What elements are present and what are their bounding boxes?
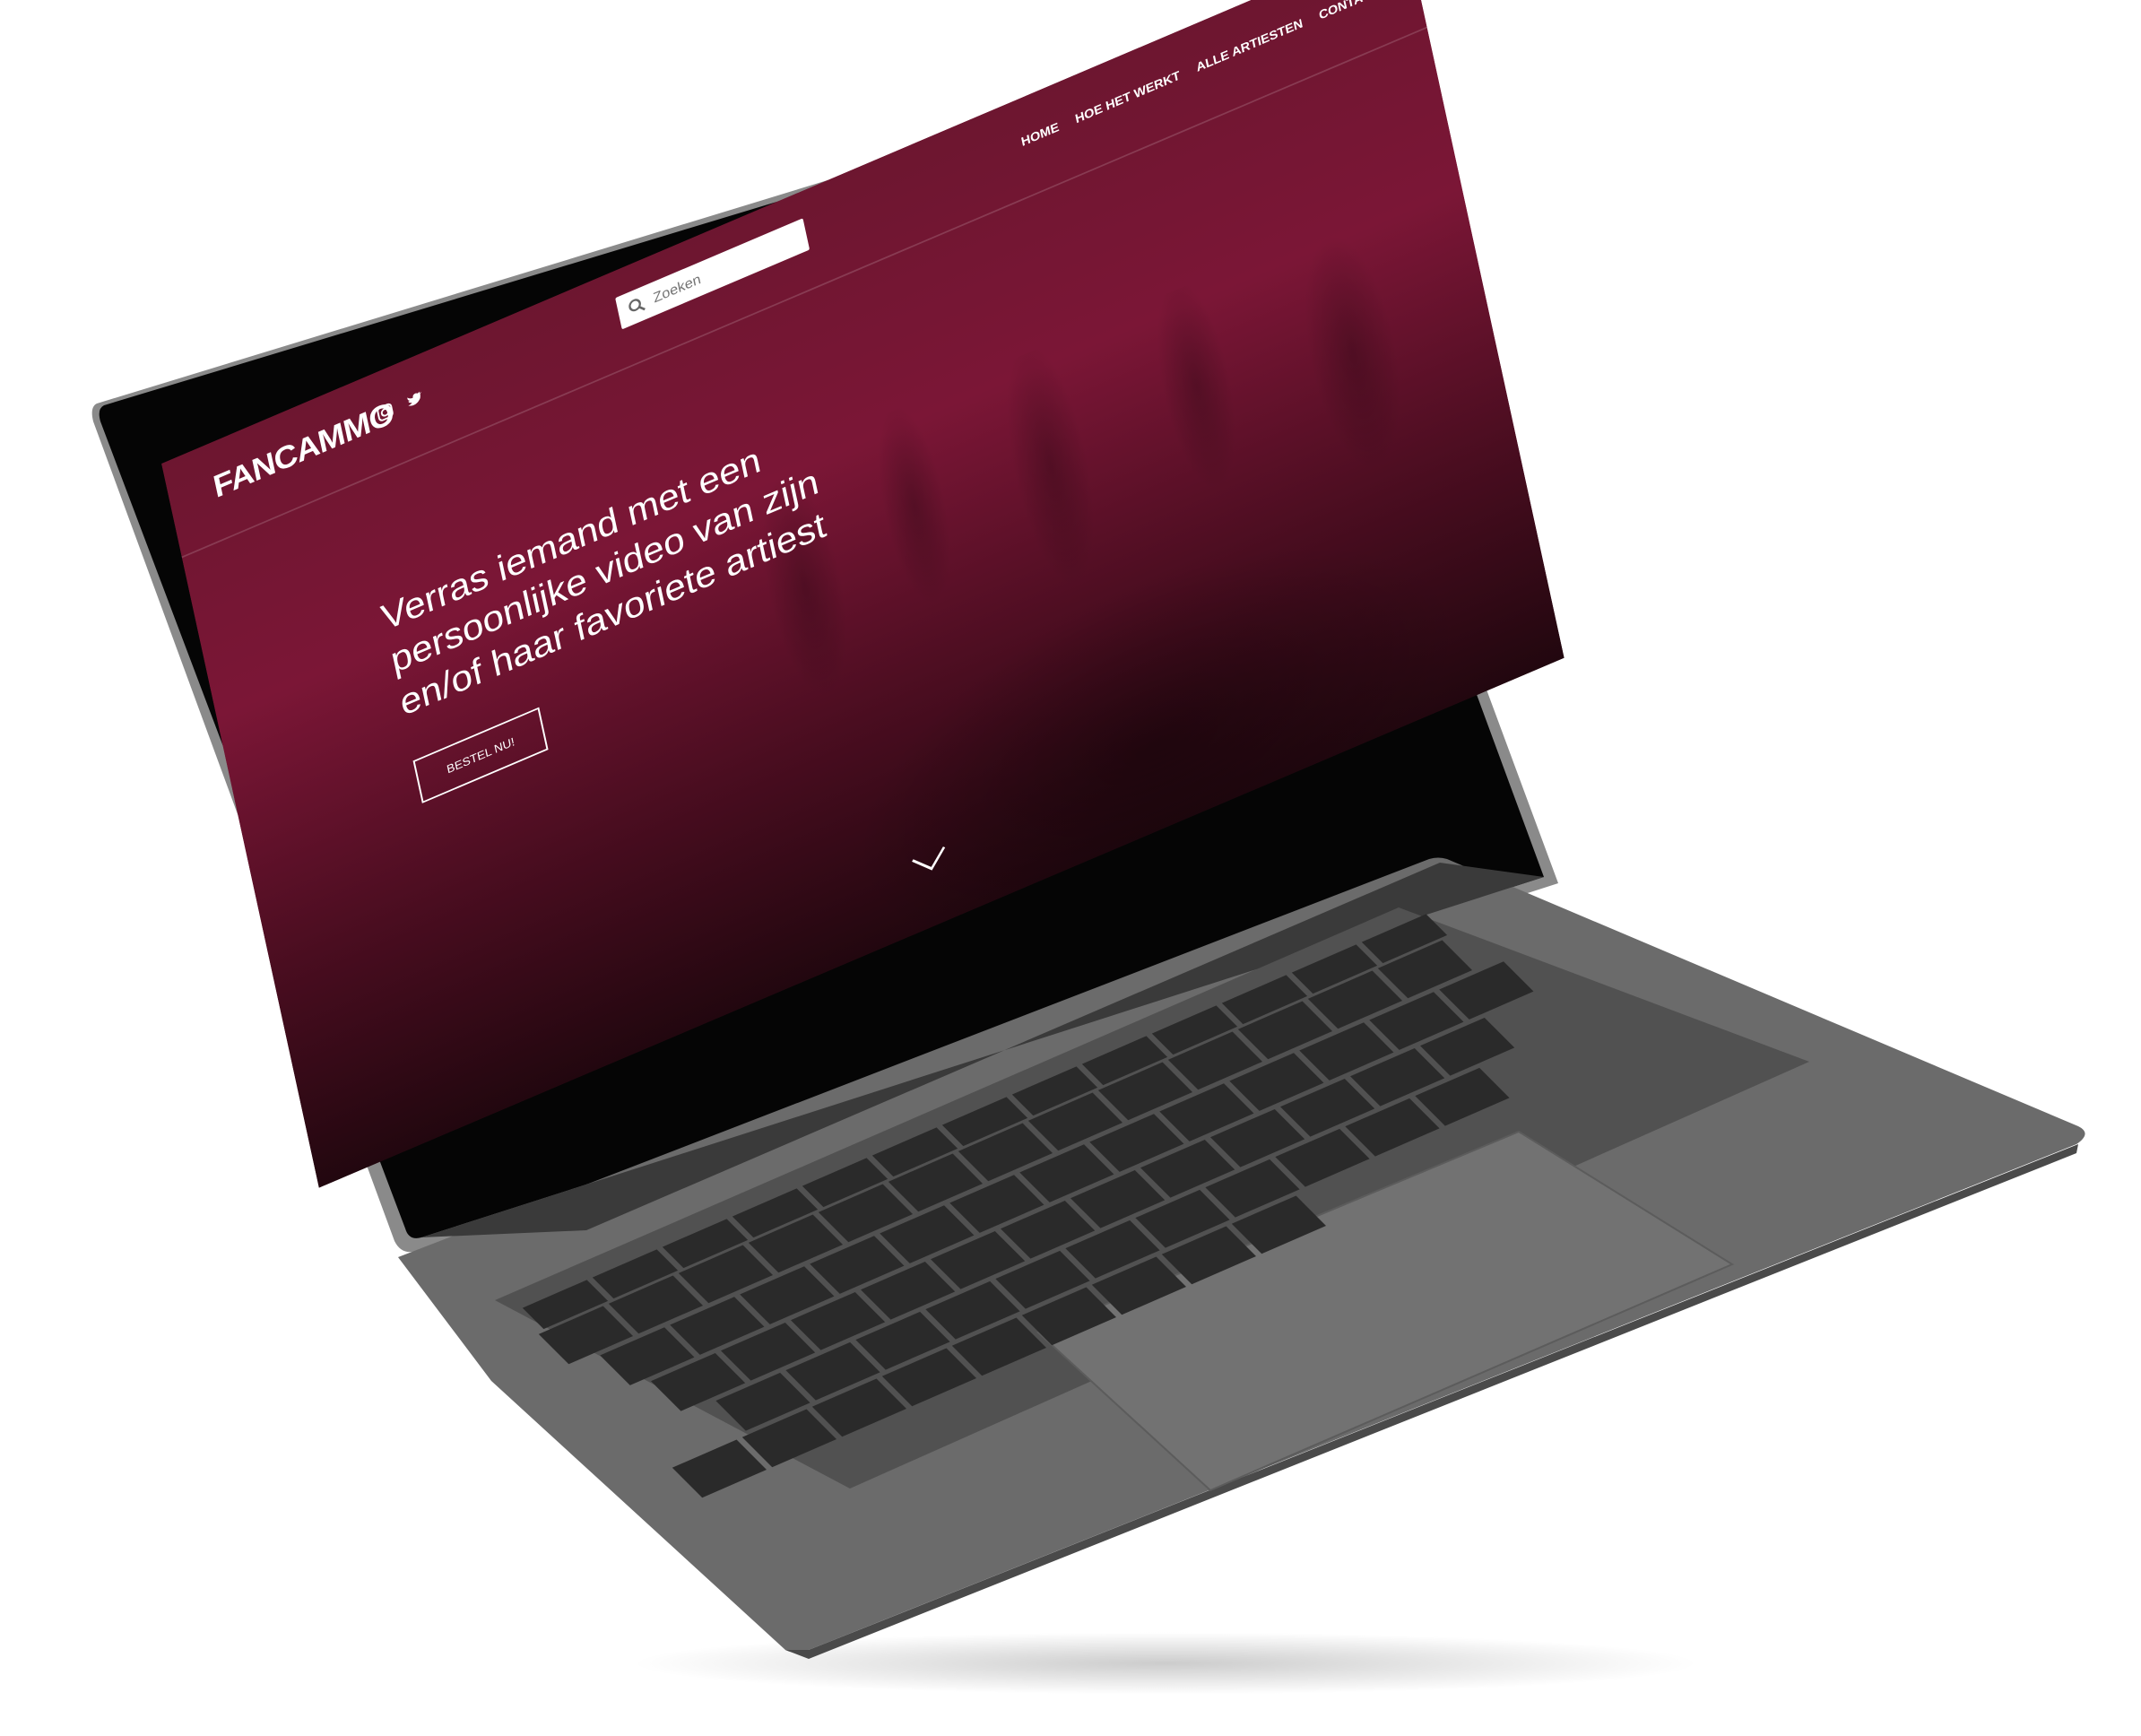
search-icon <box>628 299 646 312</box>
nav-home[interactable]: HOME <box>1020 120 1061 150</box>
social-links <box>374 387 426 425</box>
order-now-button[interactable]: BESTEL NU! <box>412 707 549 803</box>
nav-alle-artiesten[interactable]: ALLE ARTIESTEN <box>1195 16 1305 74</box>
nav-hoe-het-werkt[interactable]: HOE HET WERKT <box>1074 69 1182 127</box>
nav-contact[interactable]: CONTACT <box>1318 0 1381 22</box>
twitter-icon[interactable] <box>404 387 427 412</box>
